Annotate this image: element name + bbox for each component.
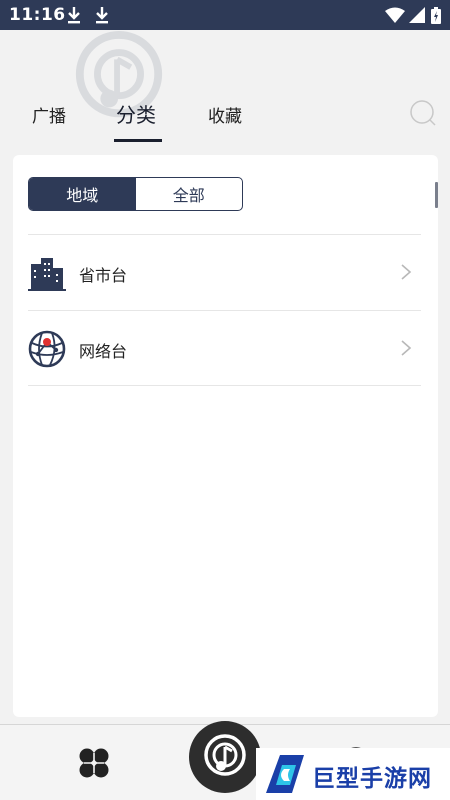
download-icon — [96, 7, 108, 24]
watermark: 巨型手游网 — [256, 748, 450, 800]
search-icon[interactable] — [409, 99, 437, 127]
chevron-right-icon — [401, 264, 412, 280]
chevron-right-icon — [401, 340, 412, 356]
globe-network-icon — [28, 330, 66, 368]
battery-charging-icon — [431, 7, 441, 24]
tab-broadcast[interactable]: 广播 — [32, 102, 66, 127]
status-bar: 11:16 — [0, 0, 450, 30]
home-grid-icon[interactable] — [78, 747, 110, 779]
city-buildings-icon — [28, 258, 66, 291]
play-radio-icon — [204, 734, 246, 776]
download-icon — [68, 7, 80, 24]
segment-region[interactable]: 地域 — [29, 178, 136, 210]
region-segmented-control: 地域 全部 — [28, 177, 243, 211]
list-item-provincial-station[interactable]: 省市台 — [28, 235, 421, 309]
wifi-icon — [385, 7, 405, 23]
tab-favorites[interactable]: 收藏 — [208, 102, 242, 127]
list-item-network-station[interactable]: 网络台 — [28, 311, 421, 385]
status-time: 11:16 — [9, 5, 66, 25]
top-tabs: 广播 分类 收藏 — [0, 90, 450, 150]
watermark-text: 巨型手游网 — [312, 766, 432, 792]
list-item-label: 网络台 — [79, 342, 128, 361]
watermark-logo-icon — [266, 755, 304, 793]
active-tab-indicator — [114, 139, 162, 142]
segment-all[interactable]: 全部 — [136, 178, 243, 210]
tab-category[interactable]: 分类 — [116, 99, 156, 128]
play-radio-button[interactable] — [189, 721, 261, 793]
divider — [28, 385, 421, 386]
scrollbar-indicator — [435, 182, 438, 208]
signal-icon — [409, 7, 425, 23]
list-item-label: 省市台 — [79, 266, 128, 285]
content-card: 地域 全部 省市台 网络台 — [13, 155, 438, 717]
